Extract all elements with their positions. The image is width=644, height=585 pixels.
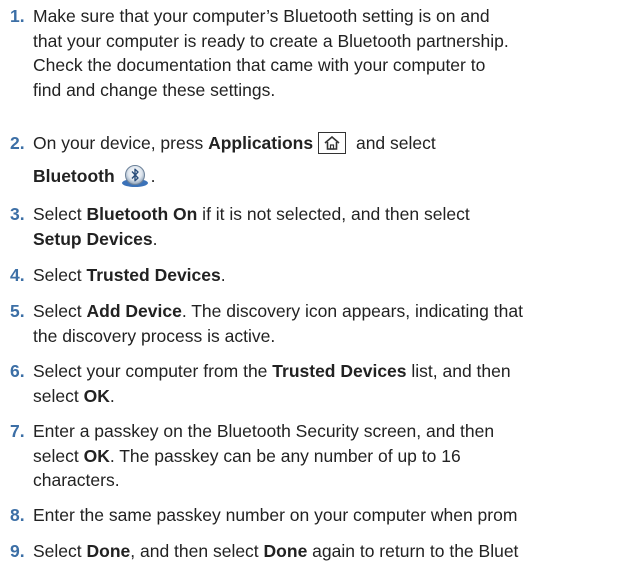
step-text: . — [220, 265, 226, 285]
step-text: Select — [33, 301, 87, 321]
step-text-line: Select Done, and then select Done again … — [33, 539, 518, 564]
step-4: 4. Select Trusted Devices. — [0, 263, 226, 288]
step-3: 3. Select Bluetooth On if it is not sele… — [0, 202, 470, 251]
step-7: 7. Enter a passkey on the Bluetooth Secu… — [0, 419, 494, 493]
step-number: 1. — [10, 6, 25, 26]
step-9: 9. Select Done, and then select Done aga… — [0, 539, 518, 564]
step-1: 1. Make sure that your computer’s Blueto… — [0, 4, 509, 102]
step-text-line: select OK. — [33, 384, 511, 409]
step-number: 2. — [10, 133, 25, 153]
step-number: 4. — [10, 265, 25, 285]
bluetooth-label: Bluetooth — [33, 165, 115, 186]
step-text: , and then select — [130, 541, 264, 561]
step-text: . The discovery icon appears, indicating… — [181, 301, 523, 321]
step-text-line: Select your computer from the Trusted De… — [33, 359, 511, 384]
trusted-devices-label: Trusted Devices — [86, 265, 221, 285]
applications-label: Applications — [208, 133, 314, 153]
step-number: 3. — [10, 204, 25, 224]
step-text: . — [150, 165, 156, 186]
step-text-line: Select Bluetooth On if it is not selecte… — [33, 202, 470, 227]
bluetooth-on-label: Bluetooth On — [86, 204, 198, 224]
step-number: 9. — [10, 541, 25, 561]
ok-label: OK — [83, 445, 110, 466]
step-number: 5. — [10, 301, 25, 321]
step-text: again to return to the Bluet — [307, 541, 519, 561]
step-text-line: Setup Devices. — [33, 227, 470, 252]
step-text: select — [33, 445, 84, 466]
step-number: 8. — [10, 505, 25, 525]
step-text: Select — [33, 541, 87, 561]
step-text-line: Enter the same passkey number on your co… — [33, 505, 518, 525]
step-text-line: Select Trusted Devices. — [33, 263, 226, 288]
step-2: 2. On your device, press Applications an… — [0, 131, 436, 188]
done-label: Done — [86, 541, 131, 561]
done-label: Done — [263, 541, 308, 561]
step-text: Select — [33, 265, 87, 285]
step-text-line: select OK. The passkey can be any number… — [33, 444, 494, 469]
step-6: 6. Select your computer from the Trusted… — [0, 359, 511, 408]
setup-devices-label: Setup Devices — [33, 228, 153, 249]
step-text-line: that your computer is ready to create a … — [33, 30, 509, 51]
home-icon — [318, 132, 347, 154]
step-text-line: find and change these settings. — [33, 79, 276, 100]
step-text-line: characters. — [33, 470, 120, 490]
step-text: list, and then — [406, 361, 511, 381]
step-text: . — [152, 228, 158, 249]
step-text: Select your computer from the — [33, 361, 273, 381]
step-text-line: the discovery process is active. — [33, 325, 276, 346]
step-text-line: Select Add Device. The discovery icon ap… — [33, 299, 523, 324]
step-text: select — [33, 385, 84, 406]
bluetooth-app-icon — [121, 164, 149, 188]
step-text-line: On your device, press Applications and s… — [33, 131, 436, 156]
step-number: 7. — [10, 421, 25, 441]
step-text: On your device, press — [33, 133, 209, 153]
step-text-line: Make sure that your computer’s Bluetooth… — [33, 6, 490, 26]
add-device-label: Add Device — [86, 301, 182, 321]
step-text: Select — [33, 204, 87, 224]
step-text: if it is not selected, and then select — [197, 204, 470, 224]
step-text-line: Check the documentation that came with y… — [33, 55, 486, 75]
step-text: and select — [351, 133, 436, 153]
step-number: 6. — [10, 361, 25, 381]
trusted-devices-label: Trusted Devices — [272, 361, 407, 381]
step-text: . — [109, 385, 115, 406]
step-text-line: Enter a passkey on the Bluetooth Securit… — [33, 421, 495, 441]
ok-label: OK — [83, 385, 110, 406]
step-text: . The passkey can be any number of up to… — [109, 445, 461, 466]
step-8: 8. Enter the same passkey number on your… — [0, 503, 517, 528]
step-5: 5. Select Add Device. The discovery icon… — [0, 299, 523, 348]
step-text-line: Bluetooth. — [33, 164, 436, 189]
